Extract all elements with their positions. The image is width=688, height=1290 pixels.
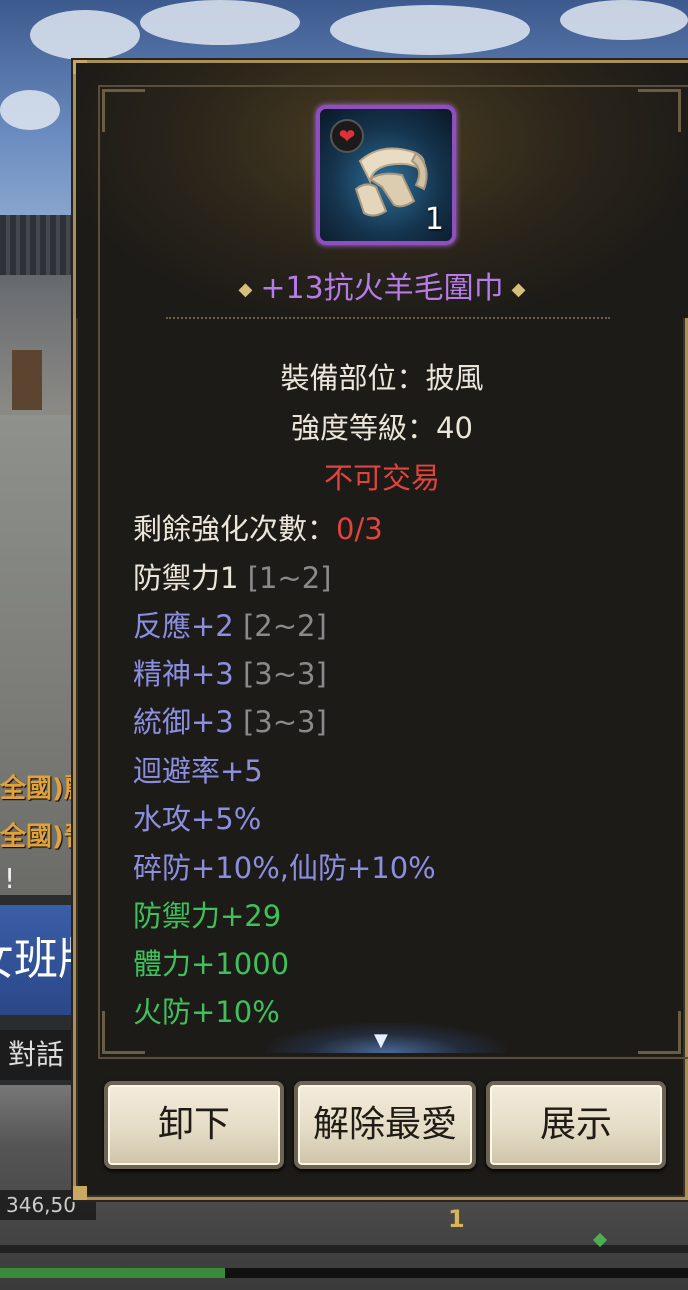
stat-range: [3~3] [242,705,327,739]
frame-corner [73,1186,87,1200]
stat-hp-bonus: 體力+1000 [133,947,290,981]
stat-defense-bonus: 防禦力+29 [133,899,282,933]
cloud [560,0,688,40]
exp-bar [0,1245,688,1253]
enhance-label: 剩餘強化次數： [133,512,337,546]
cloud [0,90,60,130]
item-name: +13抗火羊毛圍巾 [260,271,504,306]
stat-water-attack: 水攻+5% [133,802,262,836]
wool-scarf-icon [354,147,428,217]
item-icon-slot: ❤ 1 [316,105,456,245]
stat-line: 反應+2 [2~2] [133,603,327,645]
strength-level-line: 強度等級：40 [291,411,473,445]
stat-line: 統御+3 [3~3] [133,699,327,741]
show-button[interactable]: 展示 [486,1081,666,1169]
side-banner[interactable]: 女班版 [0,905,80,1015]
corner-ornament [638,1011,681,1054]
divider [166,317,610,319]
trade-status: 不可交易 [323,461,440,495]
stat-spirit: 精神+3 [133,657,234,691]
equip-slot-line: 裝備部位：披風 [280,361,484,395]
item-tooltip-panel: ❤ 1 ◆ +13抗火羊毛圍巾 ◆ 裝備部位：披風 強度等級：40 不可交易 剩餘強… [73,60,688,1200]
exclamation-text: ! [4,862,16,895]
stat-line: 防禦力1 [1~2] [133,555,332,597]
stat-defense-base: 防禦力1 [133,561,239,595]
stat-command: 統御+3 [133,705,234,739]
stat-crush-immortal-defense: 碎防+10%,仙防+10% [133,851,436,885]
cloud [330,5,530,55]
diamond-icon: ◆ [238,279,253,300]
stat-fire-resist: 火防+10% [133,995,280,1029]
item-count: 1 [424,202,444,237]
chat-tab[interactable]: 對話 [0,1030,80,1080]
unfavorite-button[interactable]: 解除最愛 [294,1081,476,1169]
stat-reflex: 反應+2 [133,609,234,643]
scroll-down-icon[interactable]: ▼ [374,1030,388,1051]
item-name-row: ◆ +13抗火羊毛圍巾 ◆ [76,263,688,307]
stat-range: [3~3] [242,657,327,691]
stat-range: [2~2] [242,609,327,643]
enhance-count-line: 剩餘強化次數：0/3 [133,506,383,548]
stat-evasion: 迴避率+5 [133,754,263,788]
cloud [30,10,140,60]
unequip-button[interactable]: 卸下 [104,1081,284,1169]
hp-bar-fill [0,1268,225,1278]
corner-ornament [102,89,145,132]
cloud [140,0,300,45]
side-banner-text: 女班版 [0,934,80,985]
stat-range: [1~2] [247,561,332,595]
enhance-value: 0/3 [336,512,383,546]
building-roof [0,215,80,275]
stat-line: 精神+3 [3~3] [133,651,327,693]
diamond-icon: ◆ [511,279,526,300]
corner-ornament [638,89,681,132]
building-door [12,350,42,410]
level-marker: 1 [448,1205,465,1233]
